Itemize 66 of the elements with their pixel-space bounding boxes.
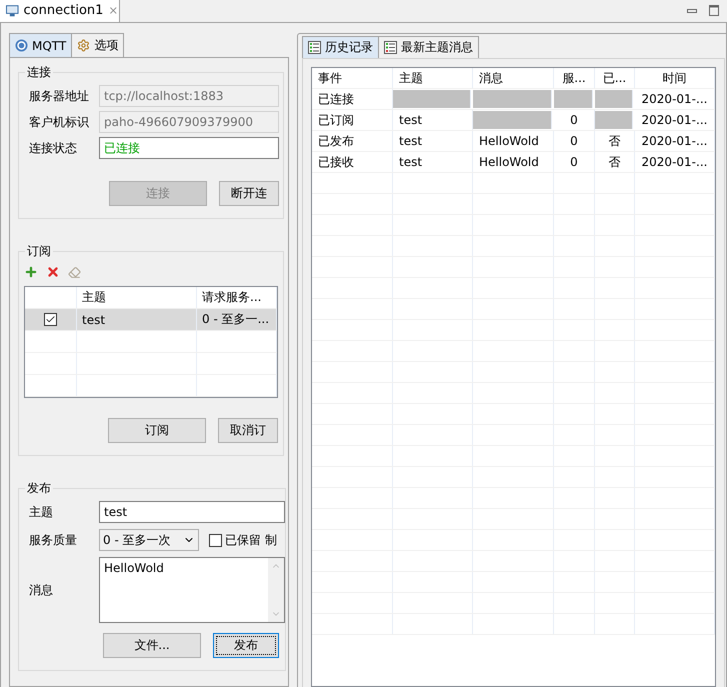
qos-dropdown[interactable]: 0 - 至多一次 [99, 529, 199, 551]
table-cell: 0 [554, 152, 595, 172]
disconnect-button[interactable]: 断开连 [219, 181, 279, 206]
table-cell: 否 [595, 131, 635, 151]
circle-icon [15, 39, 28, 52]
table-cell: 已订阅 [312, 110, 393, 130]
table-cell: 已接收 [312, 152, 393, 172]
subscribe-button[interactable]: 订阅 [108, 418, 206, 443]
input-field[interactable]: tcp://localhost:1883 [99, 85, 279, 107]
column-header[interactable]: 主题 [393, 68, 473, 88]
tab[interactable]: MQTT [9, 33, 72, 57]
table-cell: 0 - 至多一... [197, 309, 277, 330]
message-field[interactable]: HelloWold [99, 557, 285, 623]
table-cell: test [77, 309, 197, 330]
column-header[interactable]: 请求服务... [197, 287, 277, 308]
table-cell: test [393, 152, 473, 172]
table-cell: 0 [554, 131, 595, 151]
file-button[interactable]: 文件... [103, 633, 201, 658]
table-cell: 已发布 [312, 131, 393, 151]
tab[interactable]: 最新主题消息 [378, 36, 479, 58]
table-cell: 2020-01-... [635, 110, 715, 130]
monitor-icon [6, 4, 19, 16]
group-title: 发布 [26, 481, 52, 497]
tab[interactable]: 选项 [71, 33, 124, 57]
editor-tab[interactable]: connection1 [0, 0, 120, 22]
editor-tab-title: connection1 [24, 3, 104, 18]
list-icon [308, 41, 321, 54]
delete-icon[interactable] [46, 265, 60, 279]
column-header[interactable]: 主题 [77, 287, 197, 308]
field-label: 客户机标识 [29, 114, 90, 130]
column-header[interactable]: 时间 [635, 68, 715, 88]
field-label: 连接状态 [29, 140, 78, 156]
field-label: 主题 [29, 504, 54, 520]
publish-button[interactable]: 发布 [213, 633, 279, 658]
retained-checkbox[interactable] [209, 534, 222, 546]
group-title: 订阅 [26, 244, 52, 260]
close-icon[interactable] [108, 5, 119, 16]
table-cell: 2020-01-... [635, 89, 715, 109]
table-cell: 2020-01-... [635, 131, 715, 151]
panel-icon [384, 41, 397, 54]
eraser-icon[interactable] [68, 266, 81, 278]
unsubscribe-button[interactable]: 取消订 [218, 418, 278, 443]
table-cell: HelloWold [473, 131, 554, 151]
subscription-row[interactable]: test 0 - 至多一... [25, 309, 277, 331]
checkbox-label: 已保留 [225, 532, 261, 548]
minimize-icon[interactable] [687, 8, 697, 12]
tab[interactable]: 历史记录 [302, 36, 379, 58]
table-cell: HelloWold [473, 152, 554, 172]
checkbox[interactable] [44, 313, 57, 326]
field-label: 服务质量 [29, 532, 78, 548]
table-cell: test [393, 131, 473, 151]
maximize-icon[interactable] [709, 5, 719, 16]
group-title: 连接 [26, 65, 52, 81]
settings-icon [77, 39, 90, 52]
column-header[interactable]: 已... [595, 68, 635, 88]
column-header[interactable]: 消息 [473, 68, 554, 88]
topic-field[interactable]: test [99, 501, 285, 523]
field-label: 服务器地址 [29, 88, 90, 104]
input-field[interactable]: paho-496607909379900 [99, 111, 279, 133]
add-icon[interactable] [24, 265, 38, 279]
field-label: 消息 [29, 582, 54, 598]
column-header[interactable]: 服... [554, 68, 595, 88]
trailing-text: 制 [265, 532, 277, 548]
table-cell: 否 [595, 152, 635, 172]
table-cell: 2020-01-... [635, 152, 715, 172]
column-header[interactable]: 事件 [312, 68, 393, 88]
